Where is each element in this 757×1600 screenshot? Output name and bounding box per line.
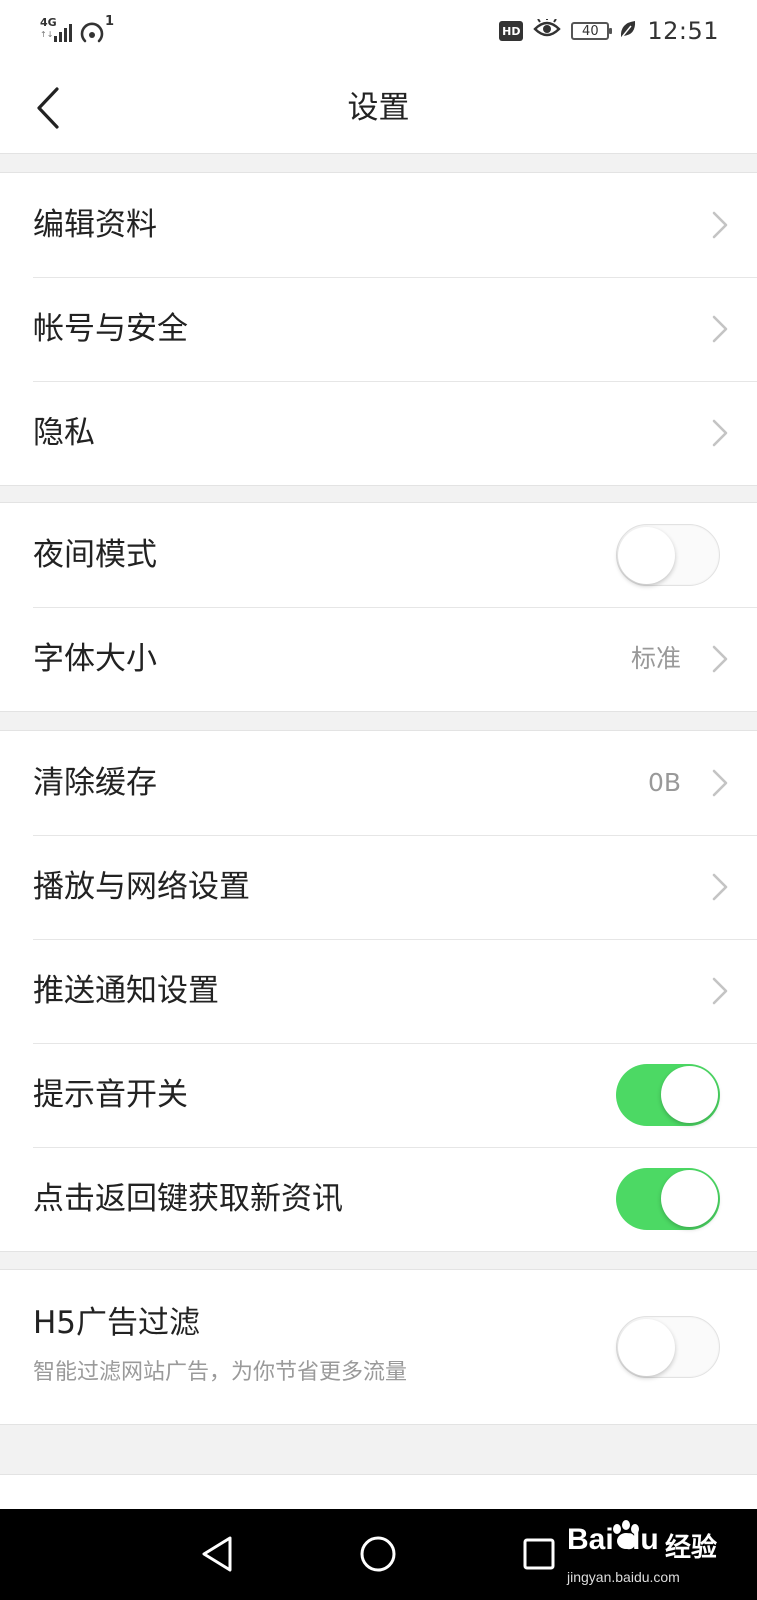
nav-home-button[interactable] <box>355 1531 401 1577</box>
settings-group-display: 夜间模式 字体大小 标准 <box>0 502 757 712</box>
settings-row-push-notifications[interactable]: 推送通知设置 <box>0 939 757 1043</box>
battery-level: 40 <box>582 23 599 39</box>
row-label: 字体大小 <box>33 641 157 677</box>
row-label: 帐号与安全 <box>33 311 188 347</box>
row-label: 隐私 <box>33 415 95 451</box>
chevron-right-icon <box>712 873 728 901</box>
chevron-right-icon <box>712 211 728 239</box>
hd-badge: HD <box>499 21 524 41</box>
row-subtitle: 智能过滤网站广告，为你节省更多流量 <box>33 1360 408 1385</box>
settings-group-ads: H5广告过滤 智能过滤网站广告，为你节省更多流量 <box>0 1269 757 1425</box>
paw-icon <box>613 1520 639 1549</box>
sound-toggle[interactable] <box>616 1064 720 1126</box>
status-left: 4G ↑↓ 1 <box>38 14 114 46</box>
row-label: 点击返回键获取新资讯 <box>33 1181 343 1217</box>
row-label: 播放与网络设置 <box>33 869 250 905</box>
watermark-name: 经验 <box>664 1533 717 1563</box>
settings-row-privacy[interactable]: 隐私 <box>0 381 757 485</box>
chevron-right-icon <box>712 645 728 673</box>
eye-icon <box>533 17 562 43</box>
font-size-value: 标准 <box>630 644 681 673</box>
row-label: 推送通知设置 <box>33 973 219 1009</box>
nav-recents-button[interactable] <box>516 1531 562 1577</box>
nav-back-button[interactable] <box>194 1531 240 1577</box>
row-label: 提示音开关 <box>33 1077 188 1113</box>
settings-row-clear-cache[interactable]: 清除缓存 0B <box>0 731 757 835</box>
triangle-back-icon <box>202 1536 232 1572</box>
signal-icon: 4G ↑↓ <box>38 16 78 46</box>
row-label: 夜间模式 <box>33 537 157 573</box>
hotspot-count: 1 <box>104 14 114 29</box>
settings-row-account-security[interactable]: 帐号与安全 <box>0 277 757 381</box>
watermark-url: jingyan.baidu.com <box>567 1569 680 1585</box>
settings-row-playback-network[interactable]: 播放与网络设置 <box>0 835 757 939</box>
circle-home-icon <box>360 1536 396 1572</box>
settings-group-account: 编辑资料 帐号与安全 隐私 <box>0 172 757 486</box>
settings-row-night-mode: 夜间模式 <box>0 503 757 607</box>
system-navigation-bar: Bai du 经验 jingyan.baidu.com <box>0 1509 757 1600</box>
status-right: HD 40 12:51 <box>499 16 719 46</box>
chevron-right-icon <box>712 769 728 797</box>
page-title: 设置 <box>347 90 410 126</box>
settings-screen: 4G ↑↓ 1 HD 40 12:51 设置 编辑资料 帐号与安全 隐私 夜间模… <box>0 0 757 1600</box>
leaf-icon <box>619 19 637 43</box>
data-indicator: ↑↓ <box>40 30 54 39</box>
row-label: 编辑资料 <box>33 207 157 243</box>
settings-group-general: 清除缓存 0B 播放与网络设置 推送通知设置 提示音开关 点击返回键获取新资讯 <box>0 730 757 1252</box>
next-group-peek <box>0 1474 757 1510</box>
chevron-right-icon <box>712 315 728 343</box>
night-mode-toggle[interactable] <box>616 524 720 586</box>
row-label: 清除缓存 <box>33 765 157 801</box>
chevron-right-icon <box>712 977 728 1005</box>
cache-size-value: 0B <box>647 768 681 797</box>
settings-row-h5-ad-filter: H5广告过滤 智能过滤网站广告，为你节省更多流量 <box>0 1270 757 1424</box>
settings-row-font-size[interactable]: 字体大小 标准 <box>0 607 757 711</box>
row-label: H5广告过滤 <box>33 1305 201 1341</box>
chevron-right-icon <box>712 419 728 447</box>
settings-row-sound: 提示音开关 <box>0 1043 757 1147</box>
battery-icon: 40 <box>571 22 613 40</box>
clock: 12:51 <box>647 17 719 45</box>
nav-header: 设置 <box>0 62 757 154</box>
h5-ad-filter-toggle[interactable] <box>616 1316 720 1378</box>
baidu-jingyan-watermark: Bai du 经验 jingyan.baidu.com <box>567 1517 717 1593</box>
hotspot-icon: 1 <box>80 14 114 46</box>
settings-row-edit-profile[interactable]: 编辑资料 <box>0 173 757 277</box>
square-recents-icon <box>523 1538 555 1570</box>
back-refresh-toggle[interactable] <box>616 1168 720 1230</box>
status-bar: 4G ↑↓ 1 HD 40 12:51 <box>0 0 757 62</box>
settings-row-back-refresh: 点击返回键获取新资讯 <box>0 1147 757 1251</box>
